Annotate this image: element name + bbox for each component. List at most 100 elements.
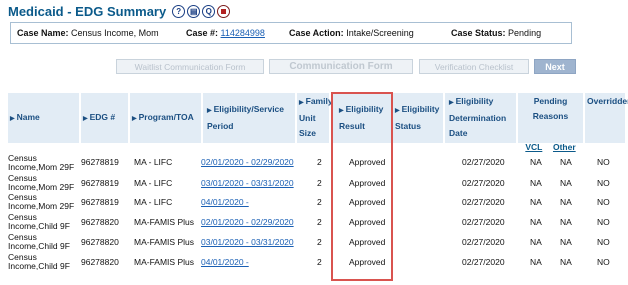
other-sort-link[interactable]: Other	[553, 140, 576, 155]
row-other: NA	[560, 178, 572, 188]
case-status-value: Pending	[508, 28, 542, 38]
pending-reasons-label: Pending Reasons	[532, 96, 569, 121]
case-info-box: Case Name: Census Income, Mom Case #: 11…	[10, 22, 572, 44]
row-vcl: NA	[530, 217, 542, 227]
case-number-link[interactable]: 114284998	[221, 28, 265, 38]
row-edg: 96278820	[81, 237, 119, 247]
row-period-link[interactable]: 04/01/2020 -	[201, 257, 249, 267]
case-status-label: Case Status:	[451, 28, 506, 38]
row-period-link[interactable]: 02/01/2020 - 02/29/2020	[201, 157, 294, 167]
row-overridden: NO	[597, 217, 610, 227]
row-edg: 96278819	[81, 178, 119, 188]
sort-arrow-icon: ▶	[395, 108, 400, 114]
row-period-link[interactable]: 03/01/2020 - 03/31/2020	[201, 237, 294, 247]
stop-square	[221, 8, 227, 14]
row-name: Census Income,Child 9F	[8, 212, 70, 231]
row-name: Census Income,Child 9F	[8, 252, 70, 271]
sort-arrow-icon: ▶	[132, 116, 137, 122]
page-title: Medicaid - EDG Summary	[8, 3, 167, 19]
row-overridden: NO	[597, 257, 610, 267]
verification-checklist-button[interactable]: Verification Checklist	[419, 59, 529, 74]
row-program: MA - LIFC	[134, 157, 173, 167]
row-name: Census Income,Mom 29F	[8, 153, 75, 172]
sort-arrow-icon: ▶	[339, 108, 344, 114]
row-program: MA-FAMIS Plus	[134, 217, 194, 227]
case-name-field: Case Name: Census Income, Mom	[17, 28, 159, 38]
row-family-size: 2	[317, 178, 322, 188]
col-header-program[interactable]: ▶ Program/TOA	[130, 93, 202, 143]
col-header-eligibility-status[interactable]: ▶ Eligibility Status	[393, 93, 444, 143]
communication-form-button[interactable]: Communication Form	[269, 59, 413, 74]
row-overridden: NO	[597, 237, 610, 247]
row-result: Approved	[349, 217, 386, 227]
query-icon[interactable]: Q	[202, 4, 216, 18]
row-result: Approved	[349, 257, 386, 267]
row-result: Approved	[349, 197, 386, 207]
row-family-size: 2	[317, 237, 322, 247]
case-action-value: Intake/Screening	[346, 28, 414, 38]
title-row: Medicaid - EDG Summary ? ▤ Q	[8, 3, 231, 19]
row-period-link[interactable]: 03/01/2020 - 03/31/2020	[201, 178, 294, 188]
row-vcl: NA	[530, 197, 542, 207]
row-result: Approved	[349, 178, 386, 188]
row-date: 02/27/2020	[462, 257, 505, 267]
row-family-size: 2	[317, 217, 322, 227]
waitlist-communication-form-button[interactable]: Waitlist Communication Form	[116, 59, 264, 74]
row-program: MA - LIFC	[134, 178, 173, 188]
col-header-name[interactable]: ▶ Name	[8, 93, 80, 143]
row-name: Census Income,Mom 29F	[8, 173, 75, 192]
case-number-field: Case #: 114284998	[186, 28, 265, 38]
row-other: NA	[560, 217, 572, 227]
row-program: MA-FAMIS Plus	[134, 257, 194, 267]
row-overridden: NO	[597, 157, 610, 167]
row-date: 02/27/2020	[462, 217, 505, 227]
row-family-size: 2	[317, 197, 322, 207]
col-header-family-size[interactable]: ▶ Family Unit Size	[297, 93, 333, 143]
row-edg: 96278819	[81, 157, 119, 167]
help-icon[interactable]: ?	[172, 4, 186, 18]
sort-arrow-icon: ▶	[10, 116, 15, 122]
case-status-field: Case Status: Pending	[451, 28, 541, 38]
title-icons: ? ▤ Q	[172, 4, 231, 18]
case-number-label: Case #:	[186, 28, 219, 38]
row-program: MA - LIFC	[134, 197, 173, 207]
stop-icon[interactable]	[217, 4, 231, 18]
row-overridden: NO	[597, 197, 610, 207]
case-action-field: Case Action: Intake/Screening	[289, 28, 414, 38]
case-name-label: Case Name:	[17, 28, 69, 38]
row-vcl: NA	[530, 178, 542, 188]
row-other: NA	[560, 237, 572, 247]
col-header-period[interactable]: ▶ Eligibility/Service Period	[203, 93, 296, 143]
sort-arrow-icon: ▶	[299, 100, 304, 106]
col-header-eligibility-result[interactable]: ▶ Eligibility Result	[331, 93, 392, 143]
row-vcl: NA	[530, 257, 542, 267]
col-header-determination-date[interactable]: ▶ Eligibility Determination Date	[445, 93, 517, 143]
row-vcl: NA	[530, 237, 542, 247]
row-family-size: 2	[317, 157, 322, 167]
row-name: Census Income,Child 9F	[8, 232, 70, 251]
sort-arrow-icon: ▶	[207, 108, 212, 114]
notes-icon[interactable]: ▤	[187, 4, 201, 18]
row-result: Approved	[349, 237, 386, 247]
row-edg: 96278819	[81, 197, 119, 207]
row-overridden: NO	[597, 178, 610, 188]
next-button[interactable]: Next	[534, 59, 576, 74]
sort-arrow-icon: ▶	[449, 100, 454, 106]
col-header-pending-reasons: Pending Reasons VCL Other	[518, 93, 584, 152]
row-period-link[interactable]: 04/01/2020 -	[201, 197, 249, 207]
col-header-edg[interactable]: ▶ EDG #	[81, 93, 129, 143]
row-other: NA	[560, 197, 572, 207]
row-program: MA-FAMIS Plus	[134, 237, 194, 247]
row-edg: 96278820	[81, 257, 119, 267]
row-other: NA	[560, 157, 572, 167]
row-date: 02/27/2020	[462, 178, 505, 188]
row-date: 02/27/2020	[462, 157, 505, 167]
col-header-overridden[interactable]: Overridden	[585, 93, 628, 143]
row-result: Approved	[349, 157, 386, 167]
row-name: Census Income,Mom 29F	[8, 192, 75, 211]
row-other: NA	[560, 257, 572, 267]
vcl-sort-link[interactable]: VCL	[525, 140, 542, 155]
row-period-link[interactable]: 02/01/2020 - 02/29/2020	[201, 217, 294, 227]
row-date: 02/27/2020	[462, 197, 505, 207]
row-date: 02/27/2020	[462, 237, 505, 247]
